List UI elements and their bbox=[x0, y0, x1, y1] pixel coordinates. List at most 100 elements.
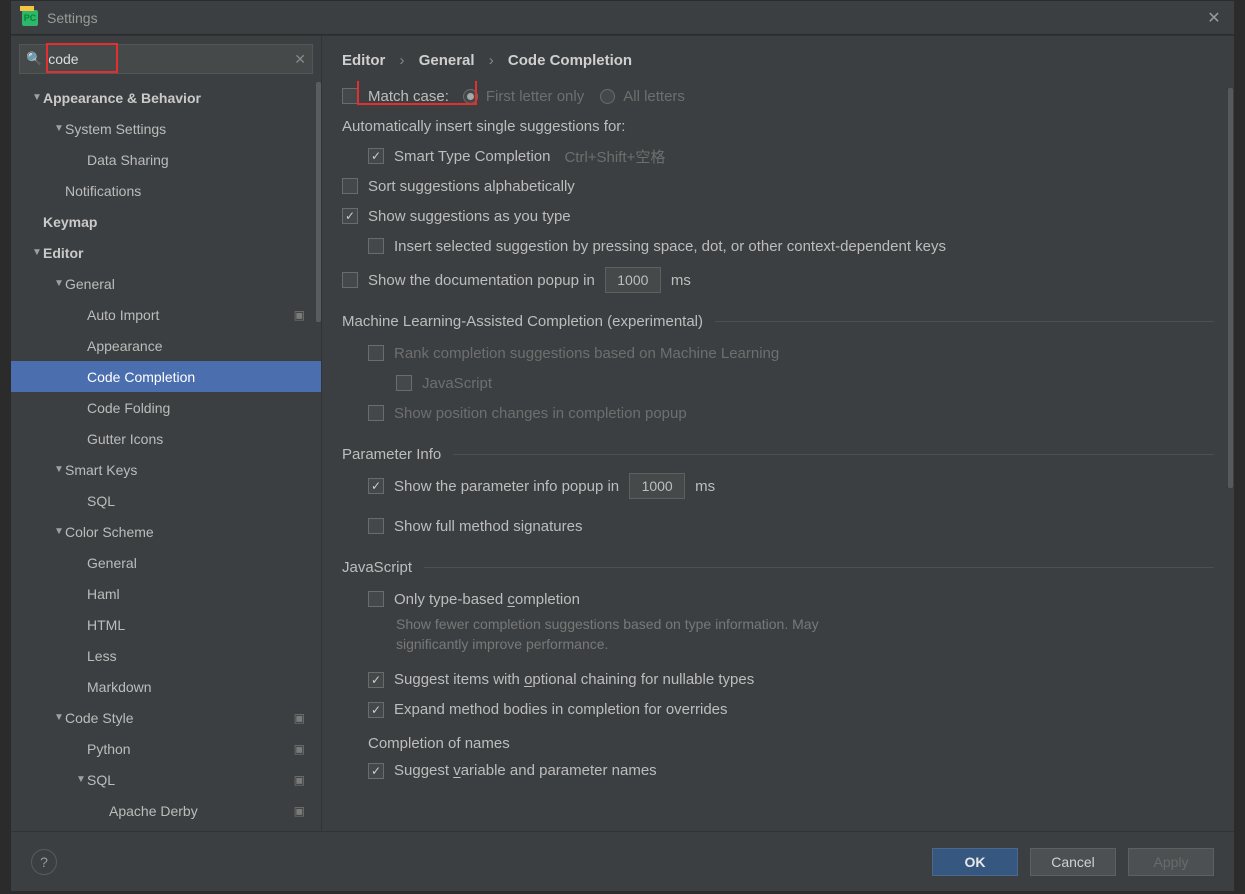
sidebar-item-less[interactable]: Less bbox=[11, 640, 321, 671]
ml-js-checkbox bbox=[396, 375, 412, 391]
sidebar-item-python[interactable]: Python▣ bbox=[11, 733, 321, 764]
show-param-label: Show the parameter info popup in bbox=[394, 478, 619, 495]
chevron-down-icon: ▼ bbox=[53, 278, 65, 289]
expand-bodies-checkbox[interactable] bbox=[368, 702, 384, 718]
content-scrollbar[interactable] bbox=[1228, 88, 1233, 488]
sidebar-item-code-style[interactable]: ▼Code Style▣ bbox=[11, 702, 321, 733]
chevron-down-icon: ▼ bbox=[75, 774, 87, 785]
sidebar-item-appearance-behavior[interactable]: ▼Appearance & Behavior bbox=[11, 82, 321, 113]
sidebar-item-notifications[interactable]: Notifications bbox=[11, 175, 321, 206]
js-section-header: JavaScript bbox=[342, 559, 1214, 576]
search-input-wrap: 🔍 ✕ bbox=[19, 44, 313, 74]
show-full-row: Show full method signatures bbox=[342, 511, 1214, 541]
sort-alpha-checkbox[interactable] bbox=[342, 178, 358, 194]
show-full-label: Show full method signatures bbox=[394, 518, 582, 535]
settings-panel: Match case: First letter only All letter… bbox=[322, 81, 1234, 831]
sidebar-item-smart-keys[interactable]: ▼Smart Keys bbox=[11, 454, 321, 485]
tree-scrollbar[interactable] bbox=[316, 82, 321, 322]
sidebar-item-gutter-icons[interactable]: Gutter Icons bbox=[11, 423, 321, 454]
ok-button[interactable]: OK bbox=[932, 848, 1018, 876]
sidebar-item-label: Data Sharing bbox=[87, 152, 321, 168]
sidebar-item-html[interactable]: HTML bbox=[11, 609, 321, 640]
show-as-type-row: Show suggestions as you type bbox=[342, 201, 1214, 231]
sidebar-item-label: Less bbox=[87, 648, 321, 664]
help-button[interactable]: ? bbox=[31, 849, 57, 875]
sort-alpha-row: Sort suggestions alphabetically bbox=[342, 171, 1214, 201]
sidebar-item-label: Code Folding bbox=[87, 400, 321, 416]
sidebar-item-markdown[interactable]: Markdown bbox=[11, 671, 321, 702]
show-doc-checkbox[interactable] bbox=[342, 272, 358, 288]
sidebar-item-label: Smart Keys bbox=[65, 462, 321, 478]
sort-alpha-label: Sort suggestions alphabetically bbox=[368, 178, 575, 195]
sidebar-item-keymap[interactable]: Keymap bbox=[11, 206, 321, 237]
sidebar-item-code-completion[interactable]: Code Completion bbox=[11, 361, 321, 392]
rank-ml-row: Rank completion suggestions based on Mac… bbox=[342, 338, 1214, 368]
suggest-var-checkbox[interactable] bbox=[368, 763, 384, 779]
show-param-row: Show the parameter info popup in ms bbox=[342, 471, 1214, 501]
smart-type-label: Smart Type Completion bbox=[394, 148, 550, 165]
show-as-type-checkbox[interactable] bbox=[342, 208, 358, 224]
chevron-right-icon: › bbox=[479, 52, 504, 69]
sidebar-item-system-settings[interactable]: ▼System Settings bbox=[11, 113, 321, 144]
param-info-header: Parameter Info bbox=[342, 446, 1214, 463]
settings-tree[interactable]: ▼Appearance & Behavior▼System Settings Da… bbox=[11, 82, 321, 831]
smart-type-checkbox[interactable] bbox=[368, 148, 384, 164]
first-letter-radio[interactable] bbox=[463, 89, 478, 104]
insert-by-space-checkbox[interactable] bbox=[368, 238, 384, 254]
breadcrumb-editor[interactable]: Editor bbox=[342, 52, 385, 69]
rank-ml-checkbox[interactable] bbox=[368, 345, 384, 361]
ms-label-2: ms bbox=[695, 478, 715, 495]
sidebar-item-code-folding[interactable]: Code Folding bbox=[11, 392, 321, 423]
sidebar: 🔍 ✕ ▼Appearance & Behavior▼System Settin… bbox=[11, 36, 322, 831]
match-case-checkbox[interactable] bbox=[342, 88, 358, 104]
sidebar-item-general[interactable]: ▼General bbox=[11, 268, 321, 299]
breadcrumb-code-completion: Code Completion bbox=[508, 52, 632, 69]
chevron-down-icon: ▼ bbox=[53, 526, 65, 537]
show-param-checkbox[interactable] bbox=[368, 478, 384, 494]
show-pos-label: Show position changes in completion popu… bbox=[394, 405, 687, 422]
scope-icon: ▣ bbox=[294, 773, 321, 787]
chevron-down-icon: ▼ bbox=[53, 712, 65, 723]
search-input[interactable] bbox=[44, 51, 294, 67]
sidebar-item-sql[interactable]: ▼SQL▣ bbox=[11, 764, 321, 795]
show-doc-label: Show the documentation popup in bbox=[368, 272, 595, 289]
clear-search-icon[interactable]: ✕ bbox=[294, 51, 306, 68]
sidebar-item-label: Auto Import bbox=[87, 307, 294, 323]
sidebar-item-data-sharing[interactable]: Data Sharing bbox=[11, 144, 321, 175]
match-case-row: Match case: First letter only All letter… bbox=[342, 81, 1214, 111]
param-delay-input[interactable] bbox=[629, 473, 685, 499]
sidebar-item-haml[interactable]: Haml bbox=[11, 578, 321, 609]
smart-type-shortcut: Ctrl+Shift+空格 bbox=[564, 146, 665, 167]
only-type-checkbox[interactable] bbox=[368, 591, 384, 607]
insert-by-space-row: Insert selected suggestion by pressing s… bbox=[342, 231, 1214, 261]
sidebar-item-general[interactable]: General bbox=[11, 547, 321, 578]
sidebar-item-color-scheme[interactable]: ▼Color Scheme bbox=[11, 516, 321, 547]
completion-names-subhead: Completion of names bbox=[342, 735, 1214, 752]
sidebar-item-label: Gutter Icons bbox=[87, 431, 321, 447]
dialog-body: 🔍 ✕ ▼Appearance & Behavior▼System Settin… bbox=[11, 35, 1234, 831]
sidebar-item-label: Code Completion bbox=[87, 369, 321, 385]
chevron-down-icon: ▼ bbox=[53, 464, 65, 475]
sidebar-item-editor[interactable]: ▼Editor bbox=[11, 237, 321, 268]
chevron-down-icon: ▼ bbox=[31, 247, 43, 258]
sidebar-item-apache-derby[interactable]: Apache Derby▣ bbox=[11, 795, 321, 826]
show-full-checkbox[interactable] bbox=[368, 518, 384, 534]
show-pos-row: Show position changes in completion popu… bbox=[342, 398, 1214, 428]
chevron-right-icon: › bbox=[390, 52, 415, 69]
sidebar-item-appearance[interactable]: Appearance bbox=[11, 330, 321, 361]
doc-delay-input[interactable] bbox=[605, 267, 661, 293]
breadcrumb-general[interactable]: General bbox=[419, 52, 475, 69]
match-case-label: Match case: bbox=[368, 88, 449, 105]
sidebar-item-label: Color Scheme bbox=[65, 524, 321, 540]
smart-type-row: Smart Type Completion Ctrl+Shift+空格 bbox=[342, 141, 1214, 171]
sidebar-item-auto-import[interactable]: Auto Import▣ bbox=[11, 299, 321, 330]
ml-section-header: Machine Learning-Assisted Completion (ex… bbox=[342, 313, 1214, 330]
sidebar-item-sql[interactable]: SQL bbox=[11, 485, 321, 516]
scope-icon: ▣ bbox=[294, 804, 321, 818]
cancel-button[interactable]: Cancel bbox=[1030, 848, 1116, 876]
close-icon[interactable]: ✕ bbox=[1204, 8, 1224, 28]
all-letters-radio[interactable] bbox=[600, 89, 615, 104]
apply-button[interactable]: Apply bbox=[1128, 848, 1214, 876]
suggest-opt-checkbox[interactable] bbox=[368, 672, 384, 688]
auto-insert-header: Automatically insert single suggestions … bbox=[342, 111, 1214, 141]
